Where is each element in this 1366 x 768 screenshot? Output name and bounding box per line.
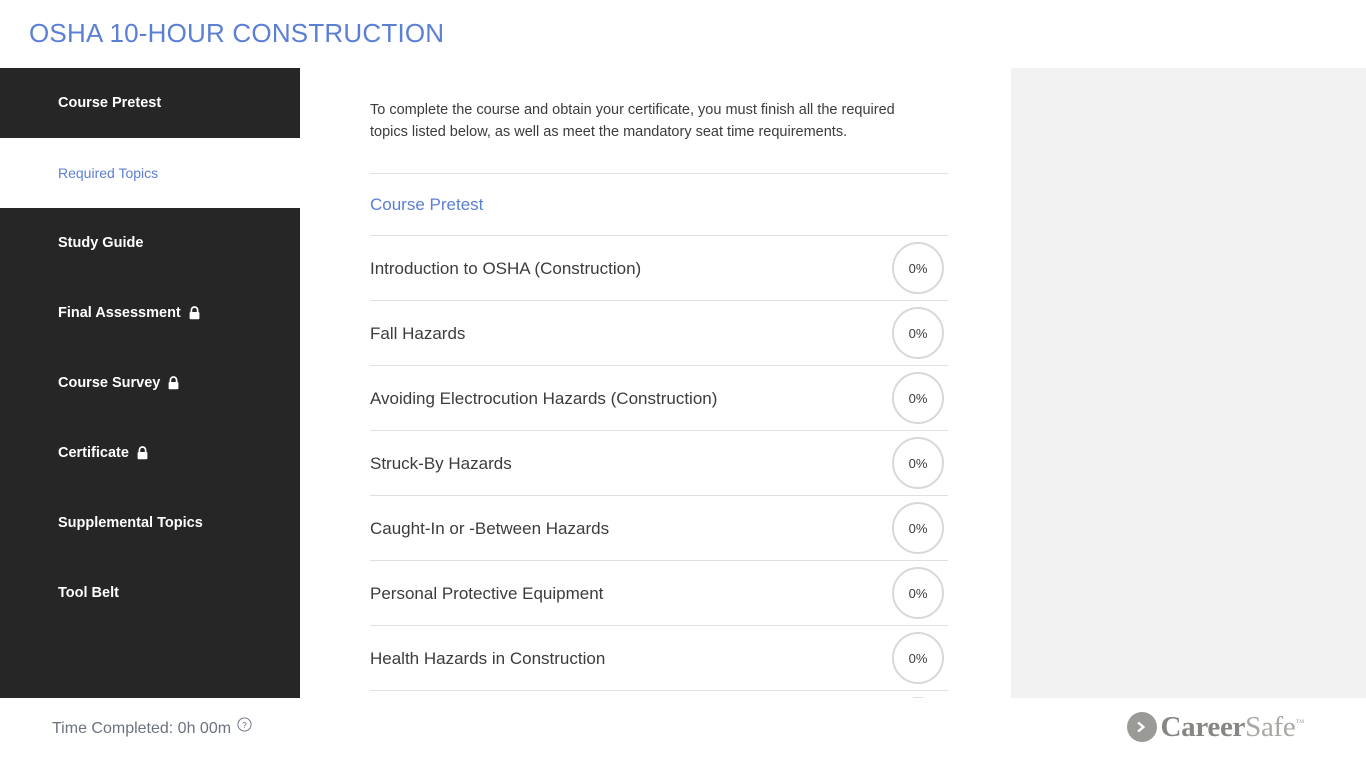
sidebar-item-label: Course Survey — [58, 375, 161, 391]
main-content: To complete the course and obtain your c… — [300, 68, 1000, 698]
sidebar-scrollbar-track[interactable] — [288, 68, 584, 738]
right-side-panel — [1011, 68, 1366, 698]
topic-progress-circle: 0% — [892, 307, 944, 359]
help-circle-icon[interactable]: ? — [237, 717, 252, 737]
page-footer: Time Completed: 0h 00m ? CareerSafe™ — [0, 698, 1366, 768]
topic-row[interactable]: Avoiding Electrocution Hazards (Construc… — [370, 365, 948, 430]
sidebar-item-label: Tool Belt — [58, 585, 119, 601]
sidebar-item-study-guide[interactable]: Study Guide — [0, 208, 300, 278]
topic-progress-circle: 0% — [892, 632, 944, 684]
sidebar-item-certificate[interactable]: Certificate — [0, 418, 300, 488]
sidebar-item-label: Final Assessment — [58, 305, 181, 321]
chevron-right-circle-icon — [1126, 712, 1157, 742]
sidebar-item-course-survey[interactable]: Course Survey — [0, 348, 300, 418]
sidebar-item-supplemental-topics[interactable]: Supplemental Topics — [0, 488, 300, 558]
topic-row[interactable]: Struck-By Hazards 0% — [370, 430, 948, 495]
lock-icon — [167, 376, 180, 394]
lock-icon — [188, 306, 201, 324]
topic-title: Caught-In or -Between Hazards — [370, 518, 610, 538]
sidebar-item-label: Study Guide — [58, 235, 144, 251]
logo-name-bold: Career — [1160, 710, 1246, 743]
time-completed-status: Time Completed: 0h 00m ? — [52, 717, 252, 740]
topic-row[interactable]: Health Hazards in Construction 0% — [370, 625, 948, 690]
logo-name-light: Safe — [1245, 710, 1296, 743]
course-pretest-row[interactable]: Course Pretest — [370, 173, 948, 235]
svg-text:?: ? — [242, 720, 247, 730]
sidebar-item-final-assessment[interactable]: Final Assessment — [0, 278, 300, 348]
topic-title: Personal Protective Equipment — [370, 583, 604, 603]
sidebar-item-label: Course Pretest — [58, 95, 162, 111]
topic-row[interactable]: Fall Hazards 0% — [370, 300, 948, 365]
topic-row[interactable]: Personal Protective Equipment 0% — [370, 560, 948, 625]
sidebar-item-list: Course Pretest Required Topics Study Guide… — [0, 68, 300, 628]
topic-title: Struck-By Hazards — [370, 453, 512, 473]
topic-row-partial[interactable] — [370, 690, 948, 698]
sidebar-item-tool-belt[interactable]: Tool Belt — [0, 558, 300, 628]
page-header: OSHA 10-HOUR CONSTRUCTION — [0, 0, 1366, 68]
sidebar-item-course-pretest[interactable]: Course Pretest — [0, 68, 300, 138]
sidebar-item-required-topics[interactable]: Required Topics — [0, 138, 300, 208]
careersafe-wordmark: CareerSafe™ — [1160, 710, 1305, 743]
main-scrollbar-track[interactable] — [998, 68, 1010, 698]
intro-text: To complete the course and obtain your c… — [370, 102, 895, 140]
sidebar-nav: Course Pretest Required Topics Study Guide… — [0, 68, 300, 698]
time-completed-label: Time Completed: 0h 00m — [52, 720, 232, 737]
topic-row[interactable]: Introduction to OSHA (Construction) 0% — [370, 235, 948, 300]
topic-progress-circle: 0% — [892, 437, 944, 489]
topic-title: Introduction to OSHA (Construction) — [370, 258, 642, 278]
sidebar-item-label: Certificate — [58, 445, 129, 461]
required-topics-list: Course Pretest Introduction to OSHA (Con… — [370, 173, 948, 698]
careersafe-logo: CareerSafe™ — [1126, 710, 1305, 743]
page-title: OSHA 10-HOUR CONSTRUCTION — [29, 18, 445, 48]
topic-row[interactable]: Caught-In or -Between Hazards 0% — [370, 495, 948, 560]
topic-progress-circle: 0% — [892, 567, 944, 619]
topic-progress-circle: 0% — [892, 242, 944, 294]
trademark-symbol: ™ — [1295, 716, 1304, 727]
topic-progress-circle: 0% — [892, 502, 944, 554]
lock-icon — [136, 446, 149, 464]
topic-title: Fall Hazards — [370, 323, 466, 343]
topic-title: Avoiding Electrocution Hazards (Construc… — [370, 388, 718, 408]
sidebar-item-label: Supplemental Topics — [58, 515, 203, 531]
course-pretest-link[interactable]: Course Pretest — [370, 183, 483, 226]
topic-progress-circle: 0% — [892, 372, 944, 424]
topic-title: Health Hazards in Construction — [370, 648, 606, 668]
sidebar-item-label: Required Topics — [58, 165, 159, 181]
